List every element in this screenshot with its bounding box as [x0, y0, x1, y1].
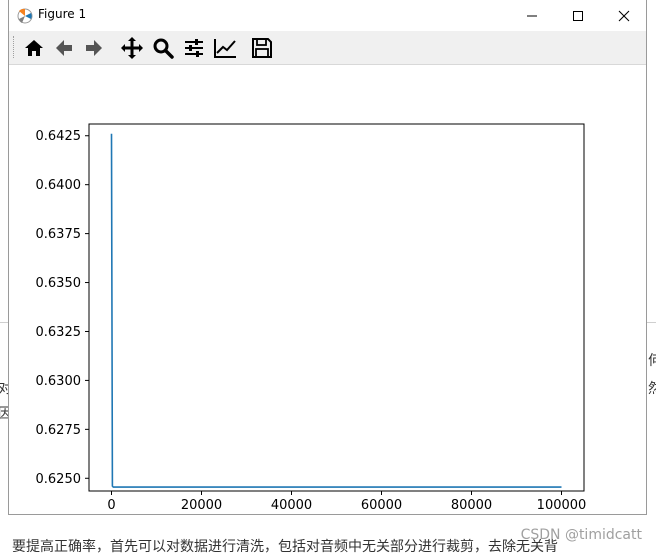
matplotlib-app-icon	[16, 7, 34, 25]
background-bottom-text: 要提高正确率，首先可以对数据进行清洗，包括对音频中无关部分进行裁剪，去除无关背	[12, 539, 558, 555]
subplots-config-button[interactable]	[181, 35, 207, 61]
y-tick-label: 0.6425	[36, 129, 82, 144]
background-fragment-right-2: 然	[648, 381, 656, 397]
zoom-button[interactable]	[150, 35, 176, 61]
series-line-0	[110, 133, 562, 488]
x-tick-label: 80000	[451, 498, 492, 513]
toolbar-grip	[13, 36, 17, 58]
maximize-icon	[573, 10, 583, 21]
figure-window: Figure 1 0 20000 40000 60000 80000 10000…	[8, 0, 647, 515]
close-icon	[618, 10, 630, 21]
y-tick-label: 0.6400	[36, 178, 82, 193]
window-title: Figure 1	[38, 7, 87, 21]
minimize-button[interactable]	[509, 0, 555, 31]
y-tick-label: 0.6300	[36, 374, 82, 389]
zoom-icon	[153, 38, 174, 59]
x-tick-label: 100000	[537, 498, 587, 513]
pan-button[interactable]	[119, 35, 145, 61]
y-tick-label: 0.6275	[36, 423, 82, 438]
background-divider-left	[0, 322, 8, 323]
x-tick-label: 60000	[361, 498, 402, 513]
minimize-icon	[527, 15, 537, 16]
subplots-config-icon	[185, 39, 203, 57]
figure-canvas[interactable]: 0 20000 40000 60000 80000 100000 0.6250 0.6275 0…	[9, 65, 646, 514]
y-tick-label: 0.6325	[36, 325, 82, 340]
home-button[interactable]	[21, 35, 47, 61]
y-tick-label: 0.6375	[36, 227, 82, 242]
save-button[interactable]	[249, 35, 275, 61]
close-button[interactable]	[601, 0, 647, 31]
home-icon	[25, 40, 43, 56]
save-icon	[252, 38, 272, 58]
back-arrow-icon	[56, 40, 72, 56]
y-tick-label: 0.6250	[36, 472, 82, 487]
y-tick-label: 0.6350	[36, 276, 82, 291]
background-divider-right	[647, 322, 656, 323]
back-button[interactable]	[51, 35, 77, 61]
x-tick-label: 20000	[181, 498, 222, 513]
axes-frame	[88, 123, 585, 492]
csdn-watermark: CSDN @timidcatt	[520, 527, 642, 543]
line-chart[interactable]: 0 20000 40000 60000 80000 100000 0.6250 0.6275 0…	[9, 65, 646, 513]
forward-arrow-icon	[86, 40, 102, 56]
maximize-button[interactable]	[555, 0, 601, 31]
navigation-toolbar	[9, 31, 646, 65]
pan-icon	[121, 37, 143, 59]
title-bar[interactable]: Figure 1	[9, 0, 646, 31]
edit-axis-icon	[214, 39, 236, 58]
x-tick-label: 0	[107, 498, 115, 513]
background-fragment-right-1: 何	[648, 353, 656, 369]
x-tick-label: 40000	[271, 498, 312, 513]
forward-button[interactable]	[81, 35, 107, 61]
edit-axis-button[interactable]	[212, 35, 238, 61]
